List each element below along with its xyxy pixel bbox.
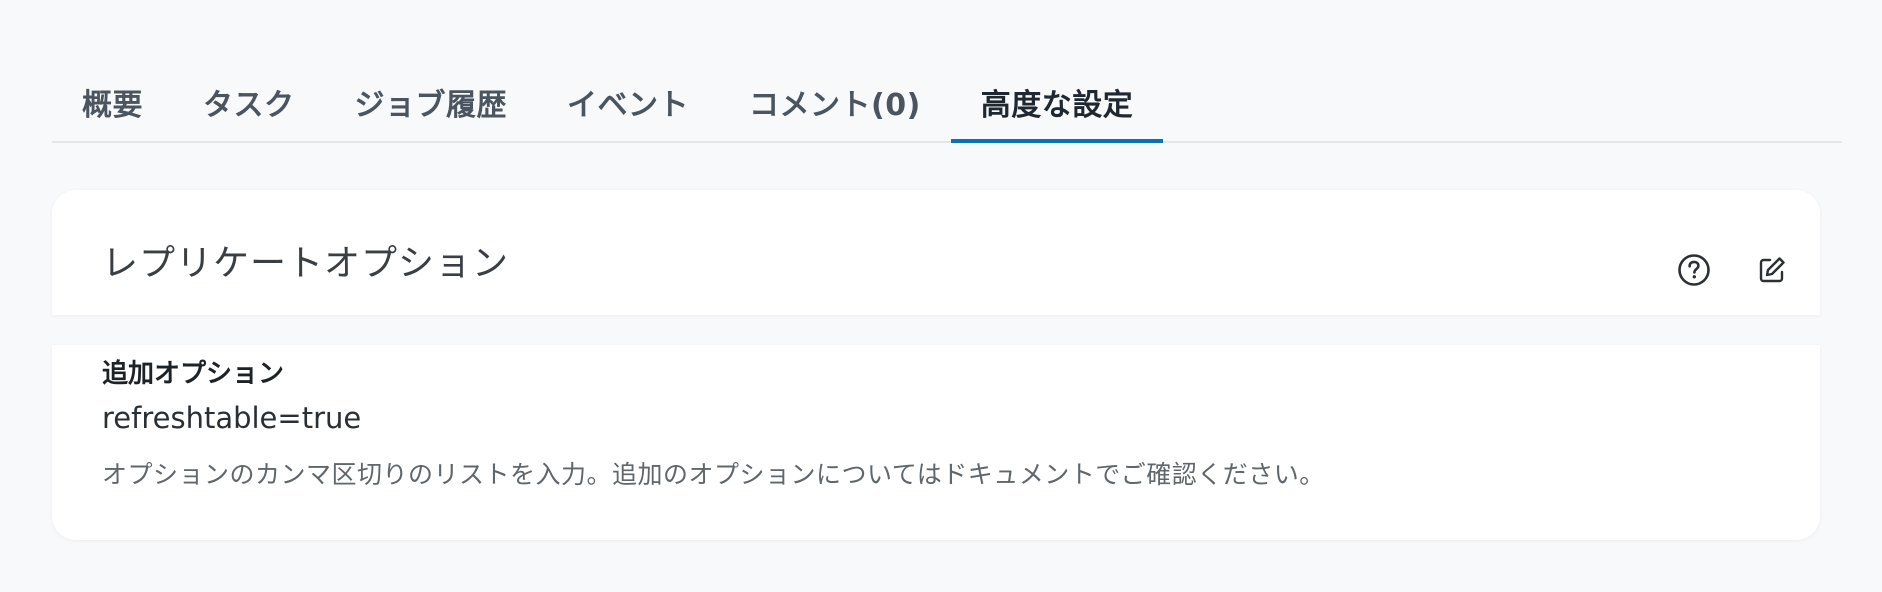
section-body-card: 追加オプション refreshtable=true オプションのカンマ区切りのリ… <box>52 345 1820 540</box>
tab-overview[interactable]: 概要 <box>52 60 173 141</box>
additional-options-label: 追加オプション <box>102 359 285 389</box>
edit-button[interactable] <box>1752 250 1792 290</box>
tab-bar: 概要 タスク ジョブ履歴 イベント コメント(0) 高度な設定 <box>52 60 1842 143</box>
tab-job-history[interactable]: ジョブ履歴 <box>325 60 538 141</box>
tab-advanced-settings[interactable]: 高度な設定 <box>950 60 1164 143</box>
help-button[interactable] <box>1674 250 1714 290</box>
additional-options-help-text: オプションのカンマ区切りのリストを入力。追加のオプションについてはドキュメントで… <box>102 460 1325 489</box>
section-title: レプリケートオプション <box>102 243 510 284</box>
additional-options-value: refreshtable=true <box>102 401 362 435</box>
section-header-card: レプリケートオプション <box>52 190 1820 315</box>
tab-events[interactable]: イベント <box>537 60 719 141</box>
tab-comments[interactable]: コメント(0) <box>719 60 951 141</box>
tab-tasks[interactable]: タスク <box>173 60 325 141</box>
question-circle-icon <box>1678 254 1710 286</box>
edit-pencil-icon <box>1759 257 1785 283</box>
